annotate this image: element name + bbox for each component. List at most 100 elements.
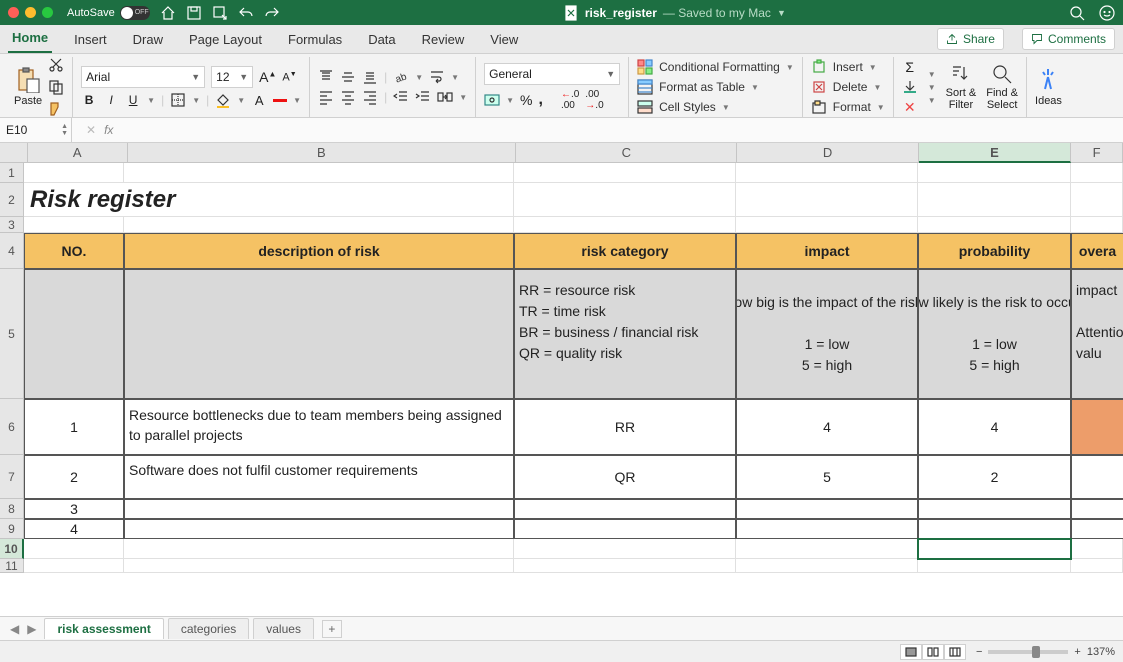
legend-b[interactable]: [124, 269, 514, 399]
cell-impact-2[interactable]: 5: [736, 455, 918, 499]
cell-overall-1[interactable]: [1071, 399, 1123, 455]
autosave-toggle[interactable]: AutoSave OFF: [67, 6, 150, 20]
tab-draw[interactable]: Draw: [129, 28, 167, 53]
row-header-4[interactable]: 4: [0, 233, 24, 269]
row-header-6[interactable]: 6: [0, 399, 24, 455]
comments-button[interactable]: Comments: [1022, 28, 1115, 50]
find-select-button[interactable]: Find & Select: [986, 63, 1018, 111]
hdr-desc[interactable]: description of risk: [124, 233, 514, 269]
tab-insert[interactable]: Insert: [70, 28, 111, 53]
sheet-tab-categories[interactable]: categories: [168, 618, 249, 639]
add-sheet-button[interactable]: +: [322, 620, 342, 638]
increase-decimal-icon[interactable]: ←.0.00: [561, 89, 579, 111]
tab-formulas[interactable]: Formulas: [284, 28, 346, 53]
paste-button[interactable]: Paste: [14, 67, 42, 107]
font-color-icon[interactable]: A: [251, 92, 267, 108]
align-middle-icon[interactable]: [340, 69, 356, 85]
legend-prob[interactable]: How likely is the risk to occur? 1 = low…: [918, 269, 1071, 399]
cell-impact-3[interactable]: [736, 499, 918, 519]
selected-cell[interactable]: ▾: [918, 539, 1071, 559]
autosum-icon[interactable]: Σ: [902, 59, 918, 75]
decrease-indent-icon[interactable]: [393, 89, 409, 105]
select-all-corner[interactable]: [0, 143, 28, 163]
row-header-2[interactable]: 2: [0, 183, 24, 217]
cell-impact-4[interactable]: [736, 519, 918, 539]
hdr-no[interactable]: NO.: [24, 233, 124, 269]
delete-cells-button[interactable]: Delete▼: [811, 79, 885, 95]
hdr-cat[interactable]: risk category: [514, 233, 736, 269]
hdr-impact[interactable]: impact: [736, 233, 918, 269]
underline-button[interactable]: U: [125, 93, 141, 107]
tab-home[interactable]: Home: [8, 26, 52, 53]
cell-cat-3[interactable]: [514, 499, 736, 519]
minimize-window-button[interactable]: [25, 7, 36, 18]
row-header-9[interactable]: 9: [0, 519, 24, 539]
col-header-c[interactable]: C: [516, 143, 737, 163]
align-left-icon[interactable]: [318, 89, 334, 105]
save-icon[interactable]: [186, 5, 202, 21]
format-painter-icon[interactable]: [48, 101, 64, 117]
cell-no-1[interactable]: 1: [24, 399, 124, 455]
row-header-1[interactable]: 1: [0, 163, 24, 183]
insert-cells-button[interactable]: Insert▼: [811, 59, 885, 75]
cut-icon[interactable]: [48, 57, 64, 73]
cell-prob-3[interactable]: [918, 499, 1071, 519]
cell-no-2[interactable]: 2: [24, 455, 124, 499]
cell-cat-2[interactable]: QR: [514, 455, 736, 499]
align-center-icon[interactable]: [340, 89, 356, 105]
col-header-e[interactable]: E: [919, 143, 1071, 163]
shrink-font-icon[interactable]: A▼: [282, 71, 296, 84]
save-as-icon[interactable]: [212, 5, 228, 21]
legend-impact[interactable]: How big is the impact of the risk? 1 = l…: [736, 269, 918, 399]
row-header-5[interactable]: 5: [0, 269, 24, 399]
zoom-value[interactable]: 137%: [1087, 646, 1115, 658]
orientation-icon[interactable]: ab: [393, 69, 409, 85]
format-cells-button[interactable]: Format▼: [811, 99, 885, 115]
cell-prob-1[interactable]: 4: [918, 399, 1071, 455]
col-header-d[interactable]: D: [737, 143, 918, 163]
copy-icon[interactable]: [48, 79, 64, 95]
legend-cat[interactable]: RR = resource risk TR = time risk BR = b…: [514, 269, 736, 399]
hdr-prob[interactable]: probability: [918, 233, 1071, 269]
maximize-window-button[interactable]: [42, 7, 53, 18]
percent-icon[interactable]: %: [520, 92, 532, 108]
cell-desc-2[interactable]: Software does not fulfil customer requir…: [124, 455, 514, 499]
row-header-3[interactable]: 3: [0, 217, 24, 233]
number-format-select[interactable]: General▼: [484, 63, 620, 85]
cancel-icon[interactable]: ✕: [86, 123, 96, 137]
tab-page-layout[interactable]: Page Layout: [185, 28, 266, 53]
cell-no-4[interactable]: 4: [24, 519, 124, 539]
bold-button[interactable]: B: [81, 93, 97, 107]
increase-indent-icon[interactable]: [415, 89, 431, 105]
undo-icon[interactable]: [238, 5, 254, 21]
cell-desc-4[interactable]: [124, 519, 514, 539]
tab-review[interactable]: Review: [418, 28, 469, 53]
tab-data[interactable]: Data: [364, 28, 399, 53]
fill-icon[interactable]: [902, 79, 918, 95]
row-header-7[interactable]: 7: [0, 455, 24, 499]
comma-icon[interactable]: ,: [539, 91, 543, 109]
cell-styles-button[interactable]: Cell Styles▼: [637, 99, 794, 115]
zoom-in-button[interactable]: +: [1074, 646, 1080, 658]
redo-icon[interactable]: [264, 5, 280, 21]
row-header-11[interactable]: 11: [0, 559, 24, 573]
account-icon[interactable]: [1099, 5, 1115, 21]
font-size-select[interactable]: 12▼: [211, 66, 253, 88]
clear-icon[interactable]: ✕: [902, 99, 918, 115]
share-button[interactable]: Share: [937, 28, 1004, 50]
decrease-decimal-icon[interactable]: .00→.0: [585, 89, 603, 111]
fx-icon[interactable]: fx: [96, 123, 121, 137]
search-icon[interactable]: [1069, 5, 1085, 21]
zoom-slider[interactable]: [988, 650, 1068, 654]
cell-prob-4[interactable]: [918, 519, 1071, 539]
sort-filter-button[interactable]: Sort & Filter: [946, 63, 977, 111]
row-header-10[interactable]: 10: [0, 539, 24, 559]
grow-font-icon[interactable]: A▲: [259, 69, 276, 85]
sheet-tab-values[interactable]: values: [253, 618, 314, 639]
cell-overall-3[interactable]: [1071, 499, 1123, 519]
wrap-text-icon[interactable]: [429, 69, 445, 85]
col-header-f[interactable]: F: [1071, 143, 1123, 163]
cell-desc-1[interactable]: Resource bottlenecks due to team members…: [124, 399, 514, 455]
font-name-select[interactable]: Arial▼: [81, 66, 205, 88]
fill-color-icon[interactable]: [215, 92, 231, 108]
